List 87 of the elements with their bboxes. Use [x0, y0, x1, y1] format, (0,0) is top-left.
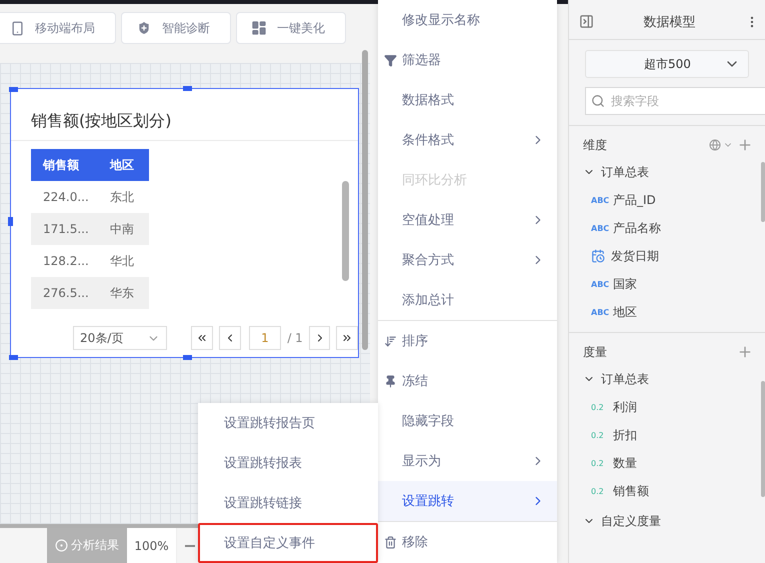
page-total: / 1 [287, 331, 303, 345]
last-page-icon [341, 332, 354, 344]
table-card[interactable]: 销售额(按地区划分) 销售额 地区 224.0... 东北 171.5... 中南 128.2... 华北 276.5... 华东 20条/页 1 / 1 [10, 88, 359, 358]
column-header[interactable]: 地区 [98, 149, 149, 181]
zoom-level: 100% [127, 528, 177, 563]
submenu-item[interactable]: 设置跳转链接 [198, 483, 378, 523]
number-type-icon: 0.2 [591, 402, 607, 412]
menu-item[interactable]: 显示为 [378, 441, 557, 481]
resize-handle[interactable] [183, 355, 192, 360]
resize-handle[interactable] [9, 355, 18, 360]
field-item[interactable]: ABC 地区 [583, 298, 753, 326]
trash-icon [384, 536, 397, 548]
dataset-select[interactable]: 超市500 [585, 50, 749, 78]
field-item[interactable]: 0.2 销售额 [583, 477, 753, 505]
tree-group[interactable]: 订单总表 [583, 365, 753, 393]
column-header[interactable]: 销售额 [31, 149, 98, 181]
pin-icon [384, 374, 397, 388]
resize-handle[interactable] [8, 217, 13, 226]
text-type-icon: ABC [591, 224, 607, 232]
menu-item[interactable]: 隐藏字段 [378, 401, 557, 441]
last-page-button[interactable] [336, 326, 358, 350]
section-title: 维度 [583, 136, 607, 154]
globe-icon[interactable] [709, 139, 733, 151]
menu-item[interactable]: 条件格式 [378, 120, 557, 160]
shield-icon [136, 20, 152, 36]
menu-item[interactable]: 筛选器 [378, 40, 557, 80]
sort-icon [384, 334, 397, 348]
filter-icon [384, 54, 397, 66]
submenu-item[interactable]: 设置跳转报告页 [198, 403, 378, 443]
scrollbar[interactable] [761, 162, 765, 222]
previous-page-button[interactable] [218, 326, 240, 350]
text-type-icon: ABC [591, 196, 607, 204]
table-cell: 中南 [98, 213, 149, 245]
tree-group[interactable]: 自定义度量 [583, 507, 753, 535]
menu-item[interactable]: 空值处理 [378, 200, 557, 240]
page-size-select[interactable]: 20条/页 [73, 326, 168, 350]
menu-item[interactable]: 排序 [378, 321, 557, 361]
section-title: 度量 [583, 344, 607, 360]
field-item[interactable]: ABC 国家 [583, 270, 753, 298]
resize-handle[interactable] [183, 86, 192, 91]
first-page-button[interactable] [191, 326, 213, 350]
menu-item[interactable]: 移除 [378, 522, 557, 562]
field-item[interactable]: 0.2 数量 [583, 449, 753, 477]
text-type-icon: ABC [591, 308, 607, 316]
menu-item[interactable]: 数据格式 [378, 80, 557, 120]
menu-item[interactable]: 聚合方式 [378, 240, 557, 280]
field-item[interactable]: ABC 产品_ID [583, 186, 753, 214]
add-icon[interactable] [737, 137, 753, 153]
field-item[interactable]: ABC 产品名称 [583, 214, 753, 242]
resize-handle[interactable] [9, 87, 18, 92]
search-icon [591, 94, 605, 108]
scrollbar[interactable] [362, 50, 368, 350]
toolbar-button[interactable]: 移动端布局 [0, 12, 116, 44]
menu-item[interactable]: 冻结 [378, 361, 557, 401]
next-page-button[interactable] [308, 326, 330, 350]
first-page-icon [196, 332, 208, 344]
layout-icon [251, 20, 267, 36]
submenu-item[interactable]: 设置跳转报表 [198, 443, 378, 483]
add-icon[interactable] [737, 344, 753, 360]
submenu-item[interactable]: 设置自定义事件 [198, 523, 378, 563]
toolbar-button[interactable]: 一键美化 [236, 12, 346, 44]
panel-title: 数据模型 [644, 14, 696, 30]
table-cell: 276.5... [31, 277, 98, 309]
panel-toggle-icon[interactable] [579, 14, 594, 29]
field-item[interactable]: 发货日期 [583, 242, 753, 270]
text-type-icon: ABC [591, 280, 607, 288]
phone-icon [10, 20, 25, 36]
analysis-icon [55, 539, 68, 552]
table-cell: 171.5... [31, 213, 98, 245]
table-cell: 华东 [98, 277, 149, 309]
scrollbar[interactable] [342, 181, 349, 281]
field-item[interactable]: 0.2 利润 [583, 393, 753, 421]
tree-group[interactable]: 订单总表 [583, 158, 753, 186]
field-item[interactable]: 0.2 折扣 [583, 421, 753, 449]
number-type-icon: 0.2 [591, 486, 607, 496]
page-input[interactable]: 1 [248, 326, 282, 350]
scrollbar[interactable] [761, 381, 765, 497]
calendar-icon [591, 249, 605, 263]
minus-icon [185, 544, 195, 546]
menu-item[interactable]: 修改显示名称 [378, 0, 557, 40]
menu-item[interactable]: 设置跳转 [378, 481, 557, 521]
number-type-icon: 0.2 [591, 430, 607, 440]
card-title: 销售额(按地区划分) [11, 89, 358, 141]
toolbar-button[interactable]: 智能诊断 [121, 12, 231, 44]
search-field[interactable]: 搜索字段 [585, 87, 765, 115]
menu-item[interactable]: 添加总计 [378, 280, 557, 320]
number-type-icon: 0.2 [591, 458, 607, 468]
